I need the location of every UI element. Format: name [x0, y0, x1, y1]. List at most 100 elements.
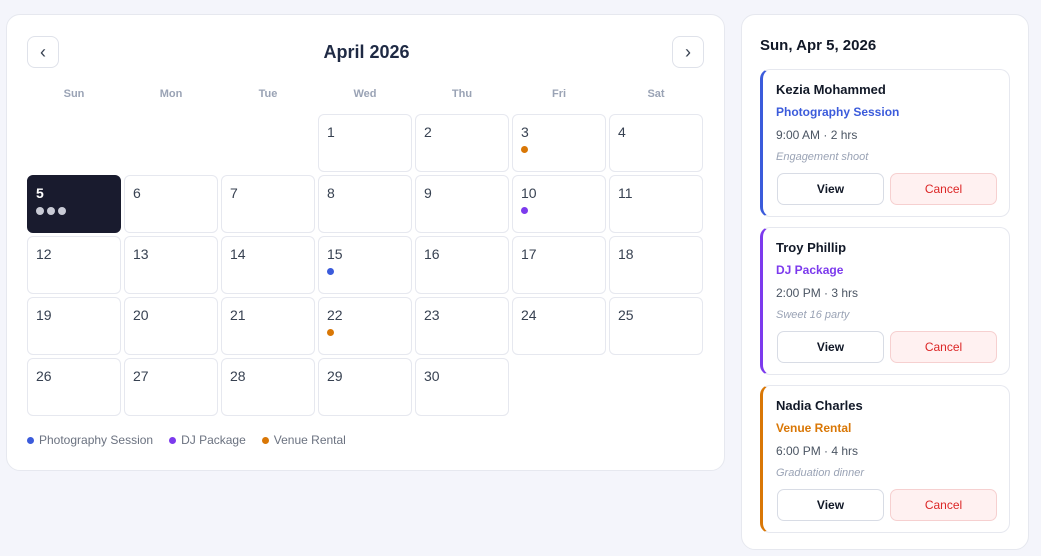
event-dot-venue	[327, 329, 334, 336]
day-cell[interactable]: 26	[27, 358, 121, 416]
legend-label: Photography Session	[39, 433, 154, 447]
month-title: April 2026	[323, 42, 410, 62]
day-number: 11	[618, 185, 633, 201]
day-cell[interactable]: 17	[512, 236, 606, 294]
legend-dot	[27, 436, 34, 444]
legend-label: DJ Package	[181, 433, 246, 447]
service-name: DJ Package	[776, 263, 844, 277]
legend-item-dj: DJ Package	[169, 433, 246, 447]
day-number: 27	[133, 368, 149, 384]
booking-actions: View Cancel	[777, 331, 997, 363]
day-cell[interactable]: 2	[415, 114, 509, 172]
cancel-button[interactable]: Cancel	[890, 331, 997, 363]
day-cell[interactable]: 20	[124, 297, 218, 355]
day-cell[interactable]: 18	[609, 236, 703, 294]
day-cell[interactable]: 7	[221, 175, 315, 233]
day-cell[interactable]: 22	[318, 297, 412, 355]
cancel-button[interactable]: Cancel	[890, 173, 997, 205]
day-cell[interactable]: 30	[415, 358, 509, 416]
booking-time: 9:00 AM · 2 hrs	[776, 128, 858, 142]
day-cell[interactable]: 29	[318, 358, 412, 416]
day-cell[interactable]: 8	[318, 175, 412, 233]
day-detail-panel: Sun, Apr 5, 2026 Kezia Mohammed Photograp…	[741, 14, 1029, 550]
day-cell[interactable]: 6	[124, 175, 218, 233]
weekday-label: Mon	[159, 88, 183, 100]
day-cell[interactable]: 19	[27, 297, 121, 355]
legend: Photography Session DJ Package Venue Renta…	[27, 433, 346, 447]
day-cell[interactable]: 11	[609, 175, 703, 233]
day-number: 17	[521, 246, 537, 262]
service-name: Photography Session	[776, 105, 900, 119]
next-month-button[interactable]: ›	[672, 36, 704, 68]
calendar-card: ‹ April 2026 › Sun Mon Tue Wed Thu Fri Sat 123…	[6, 14, 725, 471]
day-cell[interactable]: 21	[221, 297, 315, 355]
day-number: 13	[133, 246, 149, 262]
cancel-button[interactable]: Cancel	[890, 489, 997, 521]
event-dot-venue	[521, 146, 528, 153]
event-dot-dj	[47, 207, 55, 215]
day-number: 10	[521, 185, 537, 201]
empty-cell	[124, 114, 218, 172]
day-number: 20	[133, 307, 149, 323]
event-dot-photo	[327, 268, 334, 275]
day-cell[interactable]: 23	[415, 297, 509, 355]
view-button[interactable]: View	[777, 489, 884, 521]
day-number: 26	[36, 368, 52, 384]
day-cell[interactable]: 15	[318, 236, 412, 294]
day-cell-selected[interactable]: 5	[27, 175, 121, 233]
view-button[interactable]: View	[777, 173, 884, 205]
day-number: 28	[230, 368, 246, 384]
day-cell[interactable]: 10	[512, 175, 606, 233]
calendar-grid: 1 2 3 4 5 6 7 8 9 10 11 12 13 14 15 16 17 18 19 20 21 22 23 24 2…	[27, 114, 703, 416]
day-cell[interactable]: 1	[318, 114, 412, 172]
day-number: 16	[424, 246, 440, 262]
booking-time: 6:00 PM · 4 hrs	[776, 444, 859, 458]
booking-card: Kezia Mohammed Photography Session 9:00 AM…	[760, 69, 1010, 217]
day-cell[interactable]: 3	[512, 114, 606, 172]
day-number: 2	[424, 124, 432, 140]
day-number: 14	[230, 246, 246, 262]
weekday-header: Sun Mon Tue Wed Thu Fri Sat	[27, 88, 705, 100]
booking-card: Nadia Charles Venue Rental 6:00 PM · 4 hrs…	[760, 385, 1010, 533]
booking-note: Engagement shoot	[776, 151, 869, 163]
event-dot-dj	[521, 207, 528, 214]
booking-time: 2:00 PM · 3 hrs	[776, 286, 859, 300]
day-number: 5	[36, 185, 44, 201]
legend-item-venue: Venue Rental	[261, 433, 346, 447]
day-number: 18	[618, 246, 634, 262]
day-cell[interactable]: 14	[221, 236, 315, 294]
event-dots	[36, 207, 112, 215]
day-cell[interactable]: 25	[609, 297, 703, 355]
day-number: 23	[424, 307, 440, 323]
day-cell[interactable]: 16	[415, 236, 509, 294]
event-dot-photo	[36, 207, 44, 215]
empty-cell	[27, 114, 121, 172]
day-cell[interactable]: 27	[124, 358, 218, 416]
service-name: Venue Rental	[776, 421, 852, 435]
day-number: 22	[327, 307, 343, 323]
legend-dot	[261, 436, 269, 444]
event-dots	[521, 207, 597, 214]
day-number: 15	[327, 246, 343, 262]
day-number: 7	[230, 185, 238, 201]
weekday-label: Sun	[63, 88, 85, 100]
selected-date-title: Sun, Apr 5, 2026	[760, 37, 877, 54]
weekday-label: Tue	[258, 88, 278, 100]
day-cell[interactable]: 9	[415, 175, 509, 233]
weekday-label: Sat	[647, 88, 665, 100]
day-cell[interactable]: 28	[221, 358, 315, 416]
day-number: 6	[133, 185, 141, 201]
booking-actions: View Cancel	[777, 489, 997, 521]
day-cell[interactable]: 13	[124, 236, 218, 294]
booking-card: Troy Phillip DJ Package 2:00 PM · 3 hrs Swe…	[760, 227, 1010, 375]
day-number: 3	[521, 124, 529, 140]
weekday-label: Wed	[353, 88, 377, 100]
day-cell[interactable]: 24	[512, 297, 606, 355]
day-number: 25	[618, 307, 634, 323]
day-cell[interactable]: 4	[609, 114, 703, 172]
weekday-label: Thu	[451, 88, 473, 100]
view-button[interactable]: View	[777, 331, 884, 363]
client-name: Nadia Charles	[776, 398, 863, 413]
day-cell[interactable]: 12	[27, 236, 121, 294]
day-number: 30	[424, 368, 440, 384]
